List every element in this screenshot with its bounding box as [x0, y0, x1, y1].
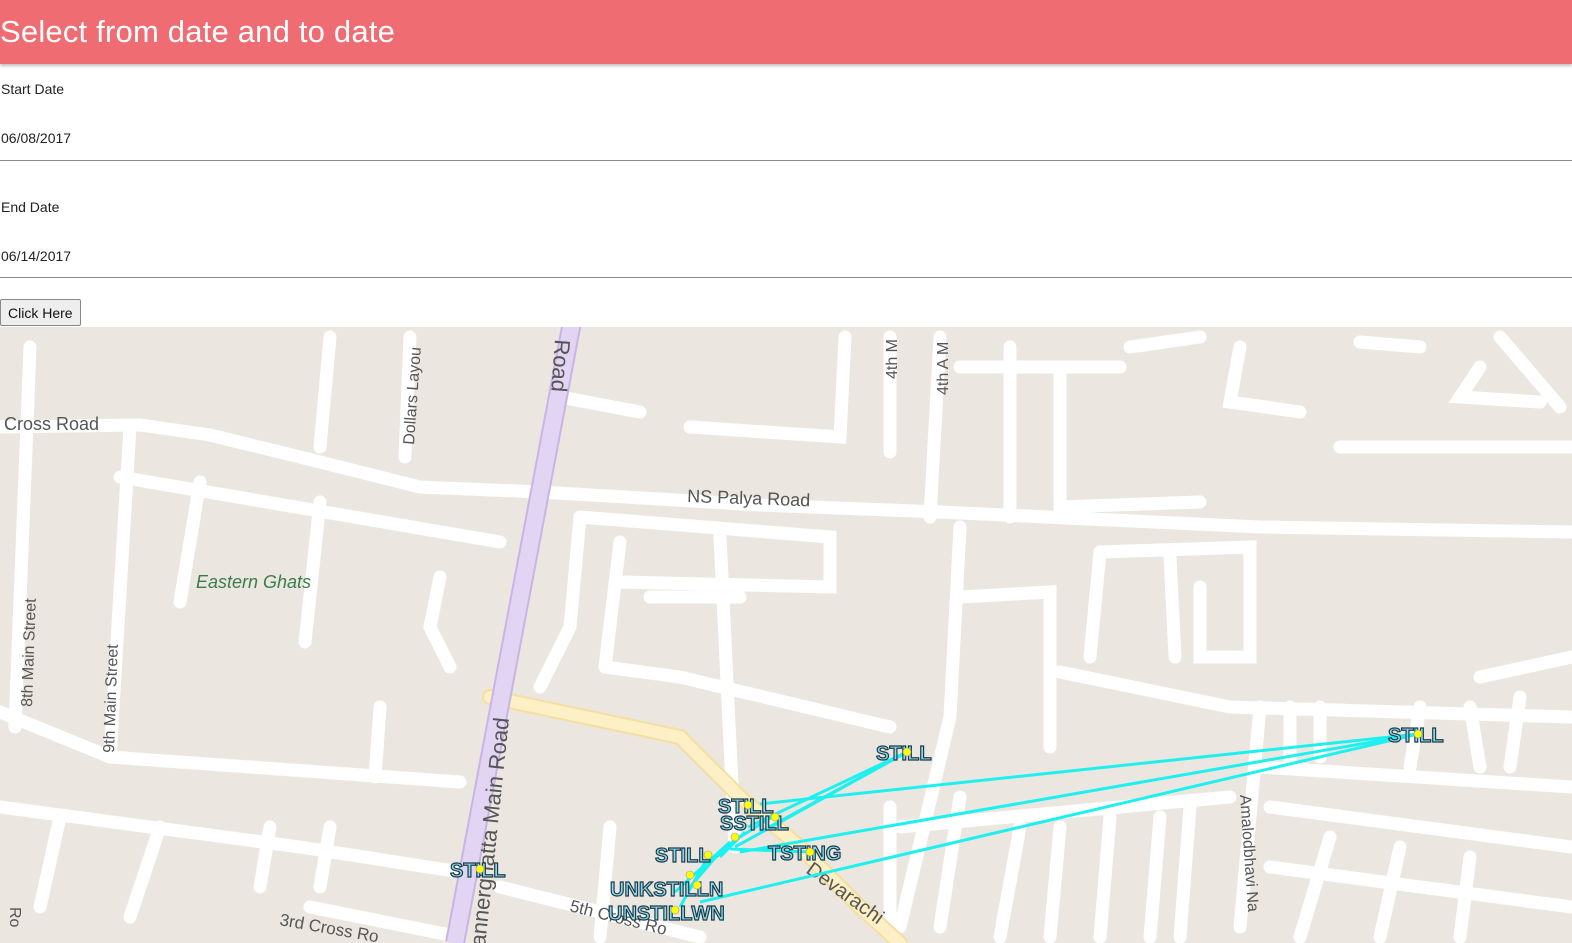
marker[interactable]: TSTING [767, 842, 842, 865]
park-label: Eastern Ghats [196, 572, 311, 592]
svg-text:TSTING: TSTING [768, 843, 841, 865]
end-date-input[interactable]: 06/14/2017 [1, 248, 71, 264]
end-date-underline [0, 277, 1572, 278]
svg-text:UNSTILLWN: UNSTILLWN [608, 903, 725, 925]
marker[interactable]: STILL [449, 859, 506, 882]
svg-text:UNKSTILLN: UNKSTILLN [610, 879, 723, 901]
page-title: Select from date and to date [0, 14, 396, 49]
marker[interactable]: STILL [1387, 724, 1444, 747]
street-label: 4th A M [935, 342, 952, 395]
start-date-label: Start Date [1, 81, 65, 97]
street-label: Ro [6, 907, 23, 928]
street-label: 4th M [884, 339, 901, 379]
map-canvas[interactable]: Cross Road Road Dollars Layou 4th M 4th … [0, 327, 1572, 943]
svg-text:STILL: STILL [655, 845, 711, 867]
app-header: Select from date and to date [0, 0, 1572, 64]
map-view[interactable]: Cross Road Road Dollars Layou 4th M 4th … [0, 327, 1572, 943]
street-label: Road [546, 339, 575, 393]
street-label: Cross Road [4, 414, 99, 434]
end-date-label: End Date [1, 199, 60, 215]
click-here-button[interactable]: Click Here [0, 299, 81, 326]
marker[interactable]: UNKSTILLN [609, 878, 724, 901]
marker[interactable]: UNSTILLWN [607, 902, 725, 925]
marker[interactable]: SSTILL [719, 812, 789, 835]
start-date-underline [0, 160, 1572, 161]
marker[interactable]: STILL [875, 742, 932, 765]
start-date-input[interactable]: 06/08/2017 [1, 130, 71, 146]
